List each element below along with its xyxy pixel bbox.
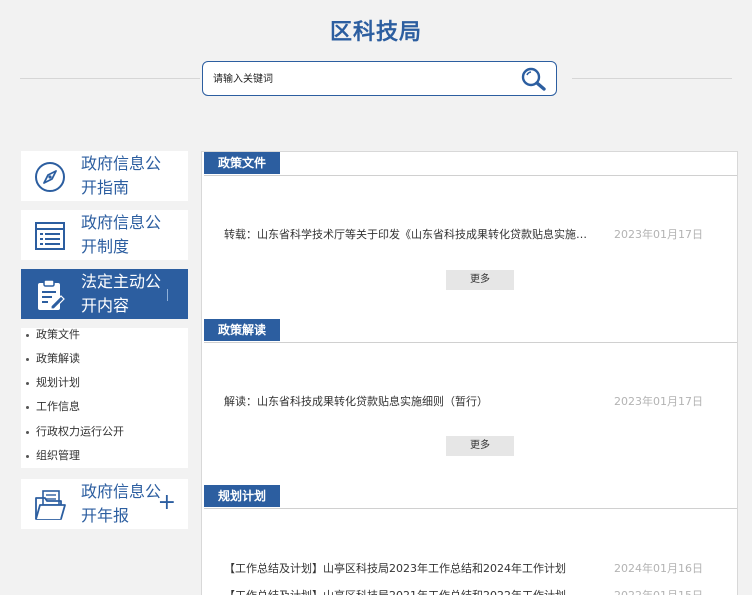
sidebar-card-label: 政府信息公开年报 bbox=[81, 482, 162, 525]
sidebar-card-statutory[interactable]: 法定主动公开内容 bbox=[21, 269, 188, 319]
header-divider-left bbox=[20, 78, 200, 79]
submenu-item-work-info[interactable]: 工作信息 bbox=[21, 400, 188, 424]
list-item-title[interactable]: 【工作总结及计划】山亭区科技局2023年工作总结和2024年工作计划 bbox=[224, 560, 594, 576]
section-tab-policy-files[interactable]: 政策文件 bbox=[204, 152, 281, 174]
site-title: 区科技局 bbox=[329, 20, 422, 45]
header-divider-right bbox=[572, 78, 732, 79]
list-document-icon bbox=[35, 222, 65, 250]
sidebar-card-guide[interactable]: 政府信息公开指南 bbox=[21, 151, 188, 201]
submenu-item-policy-interpretation[interactable]: 政策解读 bbox=[21, 352, 188, 376]
sidebar-card-annual-report[interactable]: 政府信息公开年报 + bbox=[21, 479, 188, 529]
submenu-item-label: 行政权力运行公开 bbox=[36, 425, 124, 438]
list-item-title[interactable]: 【工作总结及计划】山亭区科技局2021年工作总结和2022年工作计划 bbox=[224, 587, 594, 595]
more-button[interactable]: 更多 bbox=[446, 436, 514, 456]
bullet-icon bbox=[26, 431, 29, 434]
active-indicator bbox=[167, 289, 168, 301]
sidebar-submenu: 政策文件 政策解读 规划计划 工作信息 行政权力运行公开 组织管理 bbox=[21, 328, 188, 468]
list-item-title[interactable]: 解读：山东省科技成果转化贷款贴息实施细则（暂行） bbox=[224, 393, 594, 409]
bullet-icon bbox=[26, 358, 29, 361]
search-input[interactable] bbox=[213, 70, 513, 88]
clipboard-edit-icon bbox=[38, 279, 65, 310]
main-panel: 政策文件 转载：山东省科学技术厅等关于印发《山东省科技成果转化贷款贴息实施细则》… bbox=[201, 151, 738, 595]
more-button[interactable]: 更多 bbox=[446, 270, 514, 290]
search-box bbox=[202, 61, 557, 96]
list-item-date: 2024年01月16日 bbox=[614, 562, 703, 575]
bullet-icon bbox=[26, 334, 29, 337]
submenu-item-organization[interactable]: 组织管理 bbox=[21, 449, 188, 473]
sidebar-card-system[interactable]: 政府信息公开制度 bbox=[21, 210, 188, 260]
list-item-date: 2023年01月17日 bbox=[614, 395, 703, 408]
sidebar-card-label: 政府信息公开制度 bbox=[81, 213, 162, 256]
section-divider bbox=[204, 508, 737, 509]
section-tab-policy-interpretation[interactable]: 政策解读 bbox=[204, 319, 281, 341]
search-button[interactable] bbox=[520, 66, 548, 92]
submenu-item-label: 政策解读 bbox=[36, 352, 80, 365]
submenu-item-policy-files[interactable]: 政策文件 bbox=[21, 328, 188, 352]
section-divider bbox=[204, 175, 737, 176]
compass-icon bbox=[35, 162, 65, 192]
bullet-icon bbox=[26, 382, 29, 385]
section-tab-planning[interactable]: 规划计划 bbox=[204, 485, 281, 507]
sidebar-card-label: 法定主动公开内容 bbox=[81, 272, 162, 315]
search-icon bbox=[521, 67, 546, 91]
submenu-item-planning[interactable]: 规划计划 bbox=[21, 376, 188, 400]
list-item-title[interactable]: 转载：山东省科学技术厅等关于印发《山东省科技成果转化贷款贴息实施细则》的通知 bbox=[224, 226, 594, 242]
folder-documents-icon bbox=[35, 490, 66, 520]
submenu-item-label: 组织管理 bbox=[36, 449, 80, 462]
list-item-date: 2023年01月17日 bbox=[614, 228, 703, 241]
section-divider bbox=[204, 342, 737, 343]
bullet-icon bbox=[26, 455, 29, 458]
submenu-item-admin-power[interactable]: 行政权力运行公开 bbox=[21, 425, 188, 449]
expand-plus-icon[interactable]: + bbox=[158, 491, 176, 515]
bullet-icon bbox=[26, 406, 29, 409]
list-item-date: 2022年01月15日 bbox=[614, 587, 703, 595]
submenu-item-label: 规划计划 bbox=[36, 376, 80, 389]
submenu-item-label: 工作信息 bbox=[36, 400, 80, 413]
sidebar-card-label: 政府信息公开指南 bbox=[81, 154, 162, 197]
submenu-item-label: 政策文件 bbox=[36, 328, 80, 341]
